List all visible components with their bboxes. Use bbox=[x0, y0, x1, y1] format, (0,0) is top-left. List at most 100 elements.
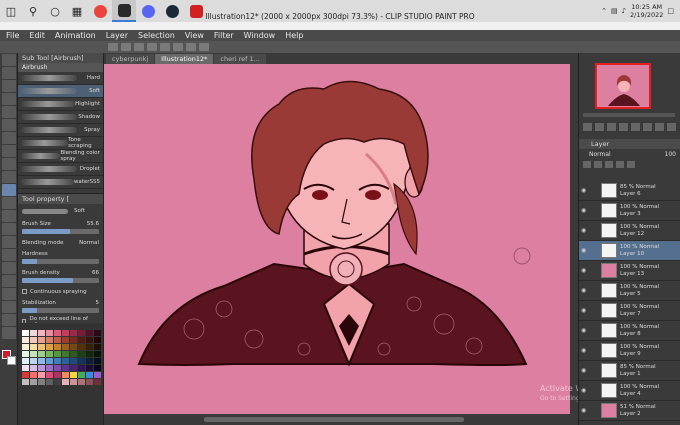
balloon-tool-icon[interactable] bbox=[2, 314, 16, 326]
operation-tool-icon[interactable] bbox=[2, 80, 16, 92]
layer-row[interactable]: ◉ 100 % Normal Layer 7 bbox=[579, 301, 680, 321]
color-swatch-item[interactable] bbox=[30, 330, 37, 336]
brush-tool-icon[interactable] bbox=[2, 171, 16, 183]
reference-icon[interactable] bbox=[594, 160, 602, 168]
selection-tool-icon[interactable] bbox=[2, 106, 16, 118]
menu-selection[interactable]: Selection bbox=[138, 31, 175, 40]
color-swatch-item[interactable] bbox=[78, 365, 85, 371]
horizontal-scrollbar[interactable] bbox=[104, 414, 578, 425]
color-swatch-item[interactable] bbox=[62, 372, 69, 378]
color-swatch-item[interactable] bbox=[22, 358, 29, 364]
redo-icon[interactable] bbox=[173, 43, 183, 51]
zoom-in-icon[interactable] bbox=[583, 123, 592, 131]
color-swatch-item[interactable] bbox=[78, 358, 85, 364]
color-swatch-item[interactable] bbox=[46, 365, 53, 371]
rotate-left-icon[interactable] bbox=[631, 123, 640, 131]
eraser-tool-icon[interactable] bbox=[2, 210, 16, 222]
color-swatch-item[interactable] bbox=[54, 358, 61, 364]
layer-row[interactable]: ◉ 85 % Normal Layer 6 bbox=[579, 181, 680, 201]
eye-icon[interactable]: ◉ bbox=[581, 327, 587, 334]
color-swatch-item[interactable] bbox=[62, 358, 69, 364]
color-swatch-item[interactable] bbox=[22, 337, 29, 343]
color-swatch-item[interactable] bbox=[22, 372, 29, 378]
save-icon[interactable] bbox=[147, 43, 157, 51]
color-swatch-item[interactable] bbox=[46, 351, 53, 357]
color-swatch-item[interactable] bbox=[94, 379, 101, 385]
stabilization-slider[interactable] bbox=[22, 308, 99, 313]
new-icon[interactable] bbox=[121, 43, 131, 51]
continuous-spraying-checkbox[interactable]: Continuous spraying bbox=[22, 289, 87, 295]
color-swatch-item[interactable] bbox=[38, 330, 45, 336]
layer-row[interactable]: ◉ 100 % Normal Layer 8 bbox=[579, 321, 680, 341]
vertical-scrollbar[interactable] bbox=[570, 64, 578, 414]
color-swatch-item[interactable] bbox=[30, 337, 37, 343]
menu-animation[interactable]: Animation bbox=[55, 31, 96, 40]
clear-icon[interactable] bbox=[186, 43, 196, 51]
menu-edit[interactable]: Edit bbox=[29, 31, 45, 40]
color-swatch-item[interactable] bbox=[38, 365, 45, 371]
color-swatch-item[interactable] bbox=[78, 337, 85, 343]
brush-item[interactable]: Highlight bbox=[18, 98, 103, 111]
brush-item[interactable]: waterSS5 bbox=[18, 176, 103, 189]
frame-tool-icon[interactable] bbox=[2, 275, 16, 287]
color-swatch-item[interactable] bbox=[78, 344, 85, 350]
color-swatch-item[interactable] bbox=[94, 351, 101, 357]
color-swatch-item[interactable] bbox=[86, 379, 93, 385]
color-swatch-item[interactable] bbox=[38, 358, 45, 364]
color-swatch-item[interactable] bbox=[30, 344, 37, 350]
tab-illustration12[interactable]: Illustration12* bbox=[155, 54, 214, 64]
color-swatch-item[interactable] bbox=[22, 330, 29, 336]
color-swatch-item[interactable] bbox=[70, 379, 77, 385]
zoom-slider[interactable] bbox=[583, 113, 675, 117]
brush-size-slider[interactable] bbox=[22, 229, 99, 234]
zoom-out-icon[interactable] bbox=[595, 123, 604, 131]
zoom-tool-icon[interactable] bbox=[2, 54, 16, 66]
color-swatch-item[interactable] bbox=[62, 344, 69, 350]
layer-row[interactable]: ◉ 100 % Normal Layer 10 bbox=[579, 241, 680, 261]
layer-row[interactable]: ◉ 100 % Normal Layer 12 bbox=[579, 221, 680, 241]
figure-tool-icon[interactable] bbox=[2, 262, 16, 274]
menu-layer[interactable]: Layer bbox=[106, 31, 128, 40]
brush-item[interactable]: Hard bbox=[18, 72, 103, 85]
color-swatch-item[interactable] bbox=[86, 344, 93, 350]
color-swatch-item[interactable] bbox=[54, 351, 61, 357]
menu-filter[interactable]: Filter bbox=[214, 31, 234, 40]
correct-line-tool-icon[interactable] bbox=[2, 327, 16, 339]
menu-window[interactable]: Window bbox=[244, 31, 276, 40]
color-swatch-item[interactable] bbox=[54, 365, 61, 371]
blend-mode-select[interactable]: Normal bbox=[589, 151, 611, 158]
color-swatch-item[interactable] bbox=[46, 330, 53, 336]
color-swatch-item[interactable] bbox=[22, 351, 29, 357]
color-swatch-item[interactable] bbox=[46, 379, 53, 385]
layer-row[interactable]: ◉ 100 % Normal Layer 13 bbox=[579, 261, 680, 281]
color-swatch-item[interactable] bbox=[94, 358, 101, 364]
background-color[interactable] bbox=[7, 356, 16, 365]
brush-density-value[interactable]: 66 bbox=[92, 270, 99, 276]
mask-icon[interactable] bbox=[616, 160, 624, 168]
layer-row[interactable]: ◉ 100 % Normal Layer 4 bbox=[579, 381, 680, 401]
menu-file[interactable]: File bbox=[6, 31, 19, 40]
actual-size-icon[interactable] bbox=[619, 123, 628, 131]
color-swatch-item[interactable] bbox=[30, 372, 37, 378]
brush-size-value[interactable]: 55.6 bbox=[87, 221, 99, 227]
eye-icon[interactable]: ◉ bbox=[581, 267, 587, 274]
navigator-view-frame[interactable] bbox=[595, 63, 651, 109]
layer-row[interactable]: ◉ 100 % Normal Layer 9 bbox=[579, 341, 680, 361]
color-swatch-item[interactable] bbox=[86, 358, 93, 364]
tab-cheri-ref[interactable]: cheri ref 1... bbox=[214, 54, 266, 64]
color-swatch-item[interactable] bbox=[30, 379, 37, 385]
brush-item[interactable]: Soft bbox=[18, 85, 103, 98]
color-swatch-item[interactable] bbox=[70, 337, 77, 343]
color-swatch-item[interactable] bbox=[30, 365, 37, 371]
eye-icon[interactable] bbox=[108, 43, 118, 51]
color-swatch-item[interactable] bbox=[94, 372, 101, 378]
gradient-tool-icon[interactable] bbox=[2, 249, 16, 261]
color-swatch-item[interactable] bbox=[38, 344, 45, 350]
brush-density-slider[interactable] bbox=[22, 278, 99, 283]
airbrush-tool-icon[interactable] bbox=[2, 184, 16, 196]
clip-icon[interactable] bbox=[583, 160, 591, 168]
fit-icon[interactable] bbox=[607, 123, 616, 131]
layer-row[interactable]: ◉ 51 % Normal Layer 2 bbox=[579, 401, 680, 421]
color-swatch-item[interactable] bbox=[30, 358, 37, 364]
color-swatch-item[interactable] bbox=[62, 330, 69, 336]
